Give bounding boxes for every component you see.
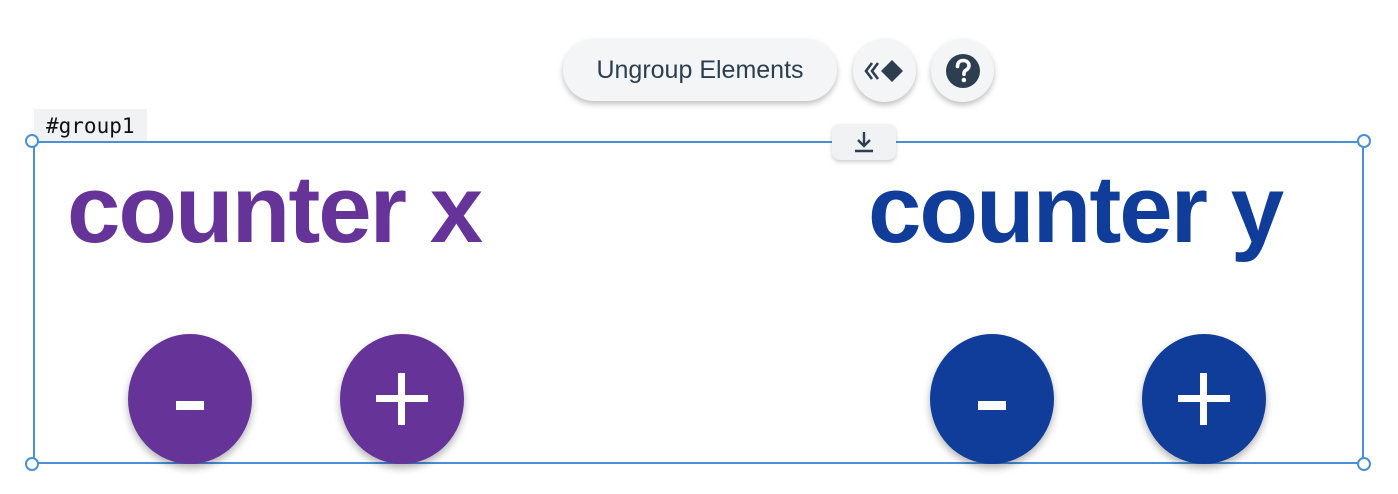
resize-handle-bottom-left[interactable] bbox=[25, 457, 39, 471]
elements-button[interactable] bbox=[853, 39, 916, 102]
elements-icon bbox=[863, 59, 903, 82]
ungroup-elements-button[interactable]: Ungroup Elements bbox=[563, 39, 837, 101]
help-button[interactable] bbox=[931, 39, 994, 102]
download-icon bbox=[855, 132, 873, 153]
minus-icon bbox=[176, 400, 204, 410]
resize-handle-bottom-right[interactable] bbox=[1357, 457, 1371, 471]
plus-icon bbox=[1178, 373, 1230, 425]
question-circle-icon bbox=[945, 53, 980, 88]
ungroup-elements-label: Ungroup Elements bbox=[596, 55, 804, 84]
resize-handle-top-left[interactable] bbox=[25, 134, 39, 148]
counter-y-increment-button[interactable] bbox=[1142, 334, 1266, 464]
group-id-label: #group1 bbox=[34, 109, 147, 141]
counter-x-increment-button[interactable] bbox=[340, 334, 464, 464]
plus-icon bbox=[376, 373, 428, 425]
counter-y-decrement-button[interactable] bbox=[930, 334, 1054, 464]
canvas: Ungroup Elements #group1 counter x count… bbox=[0, 0, 1398, 494]
counter-y-title: counter y bbox=[868, 156, 1284, 263]
minus-icon bbox=[978, 400, 1006, 410]
counter-x-decrement-button[interactable] bbox=[128, 334, 252, 464]
counter-x-title: counter x bbox=[67, 156, 483, 263]
resize-handle-top-right[interactable] bbox=[1357, 134, 1371, 148]
